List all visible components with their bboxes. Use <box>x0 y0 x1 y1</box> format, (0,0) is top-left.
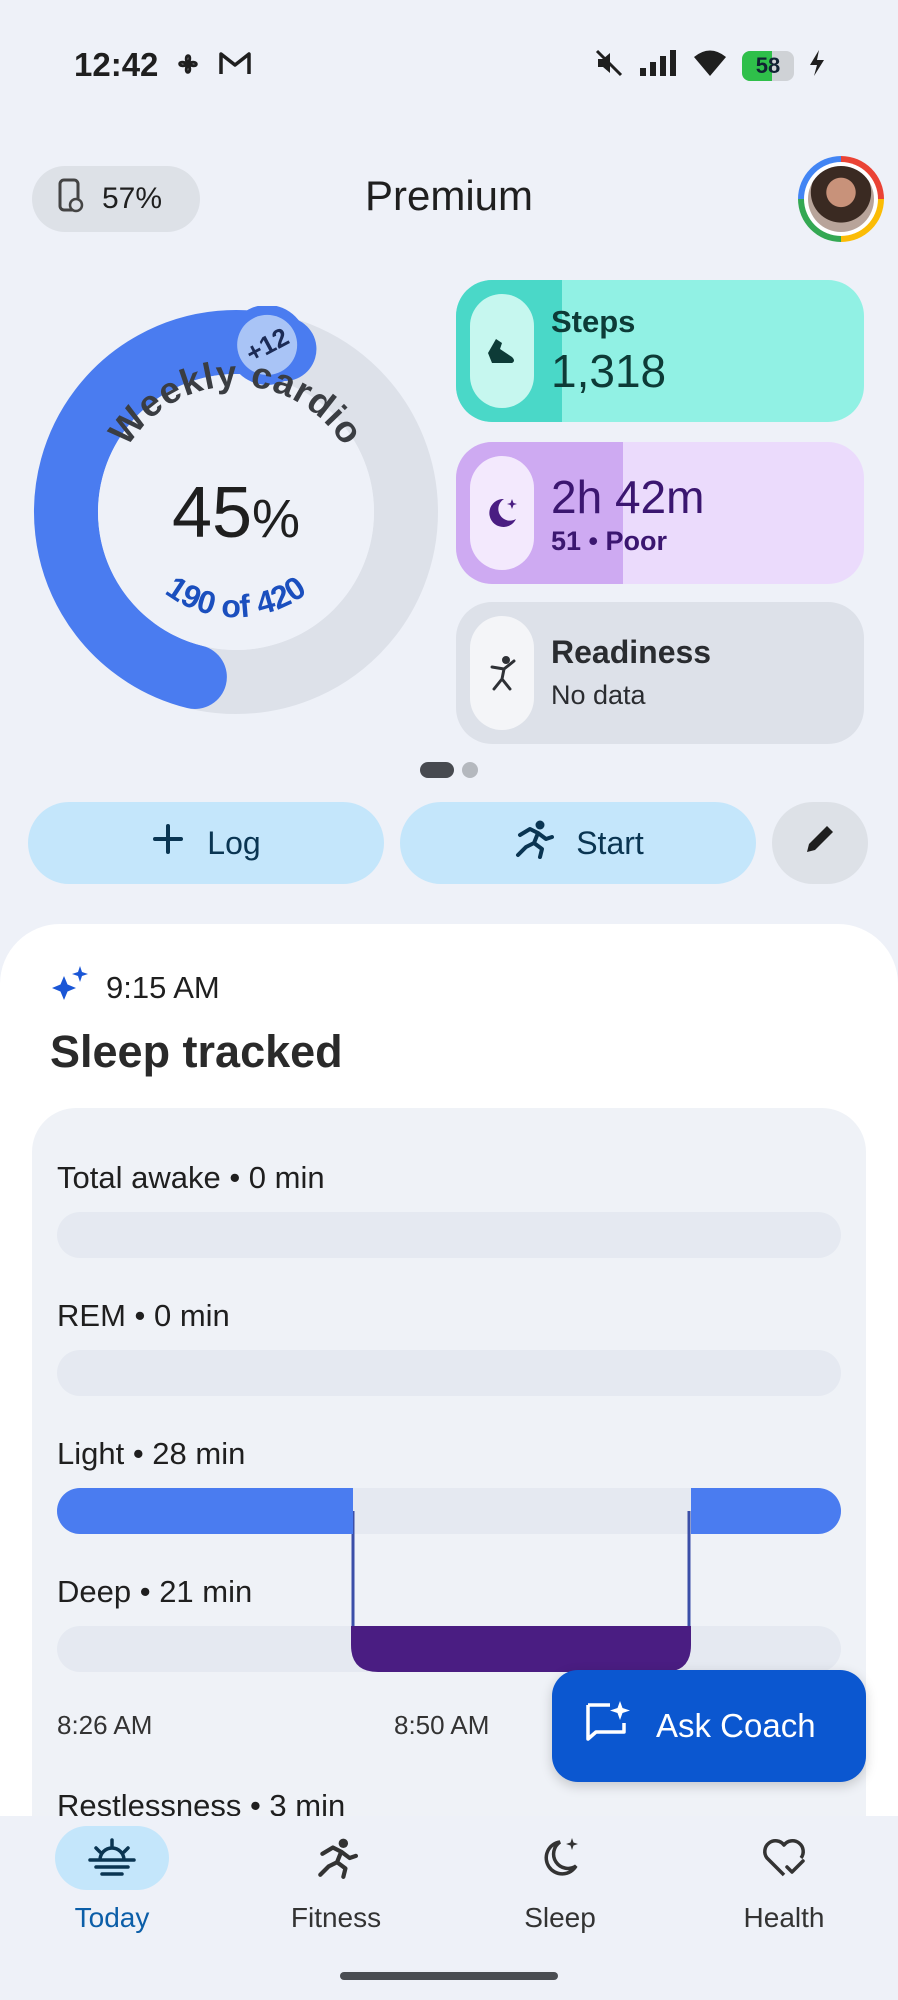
start-label: Start <box>576 824 644 861</box>
nav-fitness[interactable]: Fitness <box>246 1826 426 1934</box>
restlessness-label: Restlessness • 3 min <box>57 1788 346 1816</box>
sleep-duration: 2h 42m <box>551 471 705 523</box>
cardio-percent: 45% <box>171 473 301 553</box>
page-dot-active <box>420 762 454 778</box>
page-title: Premium <box>364 172 534 219</box>
profile-photo <box>808 166 874 232</box>
page-indicator <box>420 762 478 778</box>
readiness-card[interactable]: Readiness No data <box>456 602 864 744</box>
person-stretch-icon <box>470 616 534 730</box>
battery-level: 58 <box>755 52 781 78</box>
page-dot <box>462 762 478 778</box>
nav-label-fitness: Fitness <box>290 1902 382 1933</box>
sleep-title: Sleep tracked <box>50 1026 343 1077</box>
battery-icon: 58 <box>742 50 794 81</box>
ask-coach-label: Ask Coach <box>656 1707 816 1744</box>
status-time: 12:42 <box>74 46 159 83</box>
moon-icon <box>470 456 534 570</box>
status-bar: 12:42 58 <box>0 0 898 130</box>
weekly-cardio-ring[interactable]: +12 Weekly cardio 190 of 420 45% <box>30 304 442 718</box>
pencil-icon <box>801 820 839 866</box>
sparkle-icon <box>50 964 88 1012</box>
gmail-icon <box>218 48 252 85</box>
readiness-status: No data <box>551 680 646 710</box>
log-label: Log <box>207 824 261 861</box>
running-icon <box>279 1826 393 1890</box>
nav-sleep[interactable]: Sleep <box>470 1826 650 1934</box>
avatar[interactable] <box>798 156 884 242</box>
hypnogram <box>57 1488 841 1672</box>
sleep-time: 9:15 AM <box>106 970 220 1005</box>
sleep-card[interactable]: 2h 42m 51 • Poor <box>456 442 864 584</box>
pinwheel-icon <box>172 48 204 85</box>
axis-tick-start: 8:26 AM <box>57 1710 153 1740</box>
deep-segment <box>351 1626 691 1672</box>
edit-button[interactable] <box>772 802 868 884</box>
nav-health[interactable]: Health <box>694 1826 874 1934</box>
shoe-icon <box>470 294 534 408</box>
steps-title: Steps <box>551 304 636 339</box>
sunrise-icon <box>55 1826 169 1890</box>
moon-sparkle-icon <box>503 1826 617 1890</box>
sleep-score: 51 • Poor <box>551 526 667 556</box>
steps-card[interactable]: Steps 1,318 <box>456 280 864 422</box>
home-indicator[interactable] <box>340 1972 558 1980</box>
heart-check-icon <box>727 1826 841 1890</box>
wifi-icon <box>692 48 728 83</box>
light-segment <box>57 1488 353 1534</box>
log-button[interactable]: Log <box>28 802 384 884</box>
nav-today[interactable]: Today <box>22 1826 202 1934</box>
chat-sparkle-icon <box>584 1699 634 1753</box>
nav-label-today: Today <box>74 1902 150 1933</box>
ask-coach-button[interactable]: Ask Coach <box>552 1670 866 1782</box>
light-segment <box>691 1488 841 1534</box>
readiness-title: Readiness <box>551 634 712 670</box>
charging-icon <box>808 48 826 83</box>
running-icon <box>512 819 555 867</box>
nav-label-health: Health <box>743 1902 825 1933</box>
nav-label-sleep: Sleep <box>524 1902 596 1933</box>
plus-icon <box>151 822 185 864</box>
steps-value: 1,318 <box>551 345 667 397</box>
start-button[interactable]: Start <box>400 802 756 884</box>
signal-icon <box>638 48 678 83</box>
mute-icon <box>594 48 624 83</box>
axis-tick-mid: 8:50 AM <box>394 1710 490 1740</box>
